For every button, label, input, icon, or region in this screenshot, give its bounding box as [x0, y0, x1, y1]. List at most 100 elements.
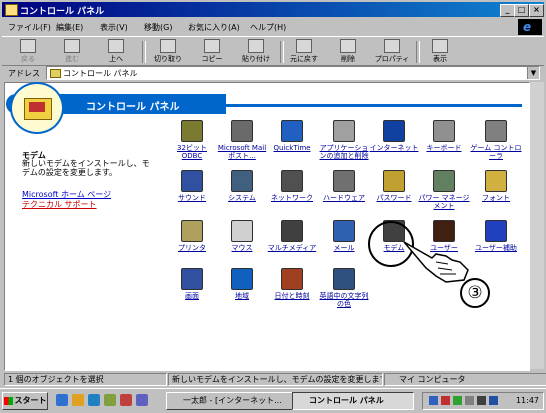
- cp-item-label: ユーザー補助: [475, 244, 517, 252]
- paste-icon: [248, 39, 264, 53]
- address-dropdown-button[interactable]: ▼: [527, 67, 539, 79]
- undo-label: 元に戻す: [290, 55, 318, 63]
- task-ichitaro[interactable]: 一太郎 - [インターネット...: [166, 392, 304, 410]
- cp-item-sound[interactable]: サウンド: [166, 170, 218, 216]
- banner-rule: [226, 104, 522, 107]
- forward-button[interactable]: 進む: [52, 38, 92, 64]
- tray-network-icon[interactable]: [489, 396, 498, 405]
- cp-item-internet[interactable]: インターネット: [368, 120, 420, 166]
- maximize-button[interactable]: □: [514, 4, 529, 17]
- cp-item-power-management[interactable]: パワー マネージメント: [418, 170, 470, 216]
- menu-bar: ファイル(F) 編集(E) 表示(V) 移動(G) お気に入り(A) ヘルプ(H…: [2, 19, 544, 35]
- properties-button[interactable]: プロパティ: [372, 38, 412, 64]
- delete-label: 削除: [341, 55, 355, 63]
- technical-support-link[interactable]: テクニカル サポート: [22, 199, 97, 210]
- close-button[interactable]: ×: [529, 4, 544, 17]
- cp-item-mail[interactable]: メール: [318, 220, 370, 266]
- volume-icon[interactable]: [477, 396, 486, 405]
- mail-icon: [333, 220, 355, 242]
- cp-item-font[interactable]: フォント: [470, 170, 522, 216]
- add-remove-icon: [333, 120, 355, 142]
- cp-item-text-services[interactable]: 英語中の文字列の色: [318, 268, 370, 314]
- folder-icon: [5, 4, 18, 16]
- users-icon: [433, 220, 455, 242]
- cp-item-network[interactable]: ネットワーク: [266, 170, 318, 216]
- undo-button[interactable]: 元に戻す: [284, 38, 324, 64]
- address-label: アドレス: [8, 69, 40, 78]
- paste-button[interactable]: 貼り付け: [236, 38, 276, 64]
- cp-item-printer[interactable]: プリンタ: [166, 220, 218, 266]
- menu-view[interactable]: 表示(V): [100, 22, 128, 33]
- cp-item-accessibility[interactable]: ユーザー補助: [470, 220, 522, 266]
- start-button[interactable]: スタート: [2, 392, 48, 410]
- tray-ime-icon[interactable]: [429, 396, 438, 405]
- tray-app-icon[interactable]: [441, 396, 450, 405]
- clock[interactable]: 11:47: [516, 396, 539, 405]
- cp-item-mail-post[interactable]: Microsoft Mail ポスト...: [216, 120, 268, 166]
- quicklaunch-outlook-icon[interactable]: [72, 394, 84, 406]
- selected-item-description: 新しいモデムをインストールし、モデムの設定を変更します。: [22, 159, 150, 177]
- copy-button[interactable]: コピー: [192, 38, 232, 64]
- menu-file[interactable]: ファイル(F): [8, 22, 51, 33]
- quicklaunch-ie-icon[interactable]: [56, 394, 68, 406]
- quicklaunch-app-icon[interactable]: [120, 394, 132, 406]
- menu-help[interactable]: ヘルプ(H): [250, 22, 286, 33]
- tray-app-icon[interactable]: [465, 396, 474, 405]
- address-value: コントロール パネル: [63, 69, 138, 78]
- quicklaunch-desktop-icon[interactable]: [88, 394, 100, 406]
- hardware-icon: [333, 170, 355, 192]
- window-title: コントロール パネル: [20, 7, 105, 17]
- sound-icon: [181, 170, 203, 192]
- cp-item-keyboard[interactable]: キーボード: [418, 120, 470, 166]
- cp-item-hardware[interactable]: ハードウェア: [318, 170, 370, 216]
- undo-icon: [296, 39, 312, 53]
- cp-item-quicktime[interactable]: QuickTime: [266, 120, 318, 166]
- cp-item-multimedia[interactable]: マルチメディア: [266, 220, 318, 266]
- cp-item-label: システム: [228, 194, 256, 202]
- cut-button[interactable]: 切り取り: [148, 38, 188, 64]
- cp-item-date-time[interactable]: 日付と時刻: [266, 268, 318, 314]
- quicklaunch-app-icon[interactable]: [136, 394, 148, 406]
- cp-item-regional[interactable]: 地域: [216, 268, 268, 314]
- cp-item-label: ゲーム コントローラ: [470, 144, 522, 160]
- system-icon: [231, 170, 253, 192]
- cp-item-label: 地域: [235, 292, 249, 300]
- minimize-button[interactable]: _: [500, 4, 515, 17]
- back-button[interactable]: 戻る: [8, 38, 48, 64]
- status-description: 新しいモデムをインストールし、モデムの設定を変更します。: [168, 373, 383, 386]
- folder-icon: [50, 69, 61, 78]
- cp-item-password[interactable]: パスワード: [368, 170, 420, 216]
- cp-item-add-remove[interactable]: アプリケーションの追加と削除: [318, 120, 370, 166]
- cp-item-system[interactable]: システム: [216, 170, 268, 216]
- cp-item-mouse[interactable]: マウス: [216, 220, 268, 266]
- cp-item-game-controller[interactable]: ゲーム コントローラ: [470, 120, 522, 166]
- address-input[interactable]: コントロール パネル ▼: [46, 66, 540, 80]
- cp-item-display[interactable]: 画面: [166, 268, 218, 314]
- title-bar[interactable]: コントロール パネル _ □ ×: [2, 2, 544, 17]
- toolbar: 戻る 進む 上へ 切り取り コピー 貼り付け 元に戻す 削除 プロパティ 表示: [2, 36, 544, 66]
- cp-item-odbc[interactable]: 32ビット ODBC: [166, 120, 218, 166]
- cp-item-label: メール: [333, 244, 355, 252]
- tray-app-icon[interactable]: [453, 396, 462, 405]
- cp-item-label: ハードウェア: [323, 194, 365, 202]
- views-button[interactable]: 表示: [420, 38, 460, 64]
- quicklaunch-channel-icon[interactable]: [104, 394, 116, 406]
- up-button[interactable]: 上へ: [96, 38, 136, 64]
- regional-icon: [231, 268, 253, 290]
- cp-item-label: 32ビット ODBC: [177, 144, 207, 160]
- menu-favorites[interactable]: お気に入り(A): [188, 22, 240, 33]
- task-control-panel[interactable]: コントロール パネル: [292, 392, 414, 410]
- copy-icon: [204, 39, 220, 53]
- paste-label: 貼り付け: [242, 55, 270, 63]
- date-time-icon: [281, 268, 303, 290]
- start-label: スタート: [14, 396, 47, 405]
- delete-button[interactable]: 削除: [328, 38, 368, 64]
- menu-edit[interactable]: 編集(E): [56, 22, 83, 33]
- menu-go[interactable]: 移動(G): [144, 22, 172, 33]
- vertical-scrollbar[interactable]: [530, 82, 544, 369]
- up-folder-icon: [108, 39, 124, 53]
- network-icon: [281, 170, 303, 192]
- copy-label: コピー: [201, 55, 223, 63]
- display-icon: [181, 268, 203, 290]
- properties-label: プロパティ: [374, 55, 410, 63]
